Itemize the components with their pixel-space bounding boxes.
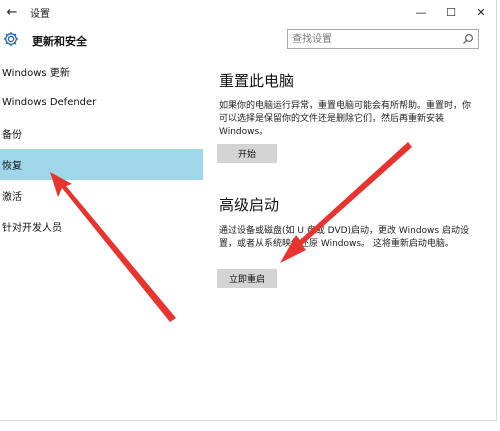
sidebar-item-windows-update[interactable]: Windows 更新 xyxy=(0,56,203,87)
reset-pc-description: 如果你的电脑运行异常，重置电脑可能会有所帮助。重置时，你可以选择是保留你的文件还… xyxy=(219,101,472,137)
minimize-button[interactable]: — xyxy=(406,0,436,24)
sidebar-item-label: 恢复 xyxy=(2,161,22,172)
page-title: 更新和安全 xyxy=(32,35,87,48)
maximize-button[interactable]: ☐ xyxy=(436,0,466,24)
back-button[interactable]: ← xyxy=(0,0,24,24)
reset-start-button[interactable]: 开始 xyxy=(217,144,277,163)
window-controls: — ☐ ✕ xyxy=(406,0,496,24)
sidebar-item-label: 针对开发人员 xyxy=(2,223,62,234)
gear-icon xyxy=(3,31,19,47)
sidebar-item-activation[interactable]: 激活 xyxy=(0,180,203,211)
advanced-startup-title: 高级启动 xyxy=(219,196,280,214)
window-title: 设置 xyxy=(30,8,50,20)
sidebar-item-for-developers[interactable]: 针对开发人员 xyxy=(0,211,203,242)
main-content: 重置此电脑 如果你的电脑运行异常，重置电脑可能会有所帮助。重置时，你可以选择是保… xyxy=(203,56,496,416)
sidebar-item-recovery[interactable]: 恢复 xyxy=(0,149,203,180)
page-header: 更新和安全 xyxy=(0,26,496,56)
title-bar: ← 设置 — ☐ ✕ xyxy=(0,0,496,24)
close-button[interactable]: ✕ xyxy=(466,0,496,24)
search-icon[interactable] xyxy=(462,33,474,45)
sidebar-item-label: Windows 更新 xyxy=(2,68,70,79)
restart-now-button[interactable]: 立即重启 xyxy=(217,269,277,288)
advanced-startup-description: 通过设备或磁盘(如 U 盘或 DVD)启动，更改 Windows 启动设置，或者… xyxy=(219,226,469,249)
sidebar-item-label: 备份 xyxy=(2,130,22,141)
sidebar-item-windows-defender[interactable]: Windows Defender xyxy=(0,87,203,118)
sidebar-item-label: 激活 xyxy=(2,192,22,203)
sidebar: Windows 更新 Windows Defender 备份 恢复 激活 针对开… xyxy=(0,56,203,356)
sidebar-item-label: Windows Defender xyxy=(2,97,97,108)
search-input[interactable] xyxy=(292,30,452,48)
sidebar-item-backup[interactable]: 备份 xyxy=(0,118,203,149)
settings-window: ← 设置 — ☐ ✕ 更新和安全 Windows 更新 xyxy=(0,0,497,421)
search-box[interactable] xyxy=(287,29,479,49)
reset-pc-title: 重置此电脑 xyxy=(219,72,295,90)
